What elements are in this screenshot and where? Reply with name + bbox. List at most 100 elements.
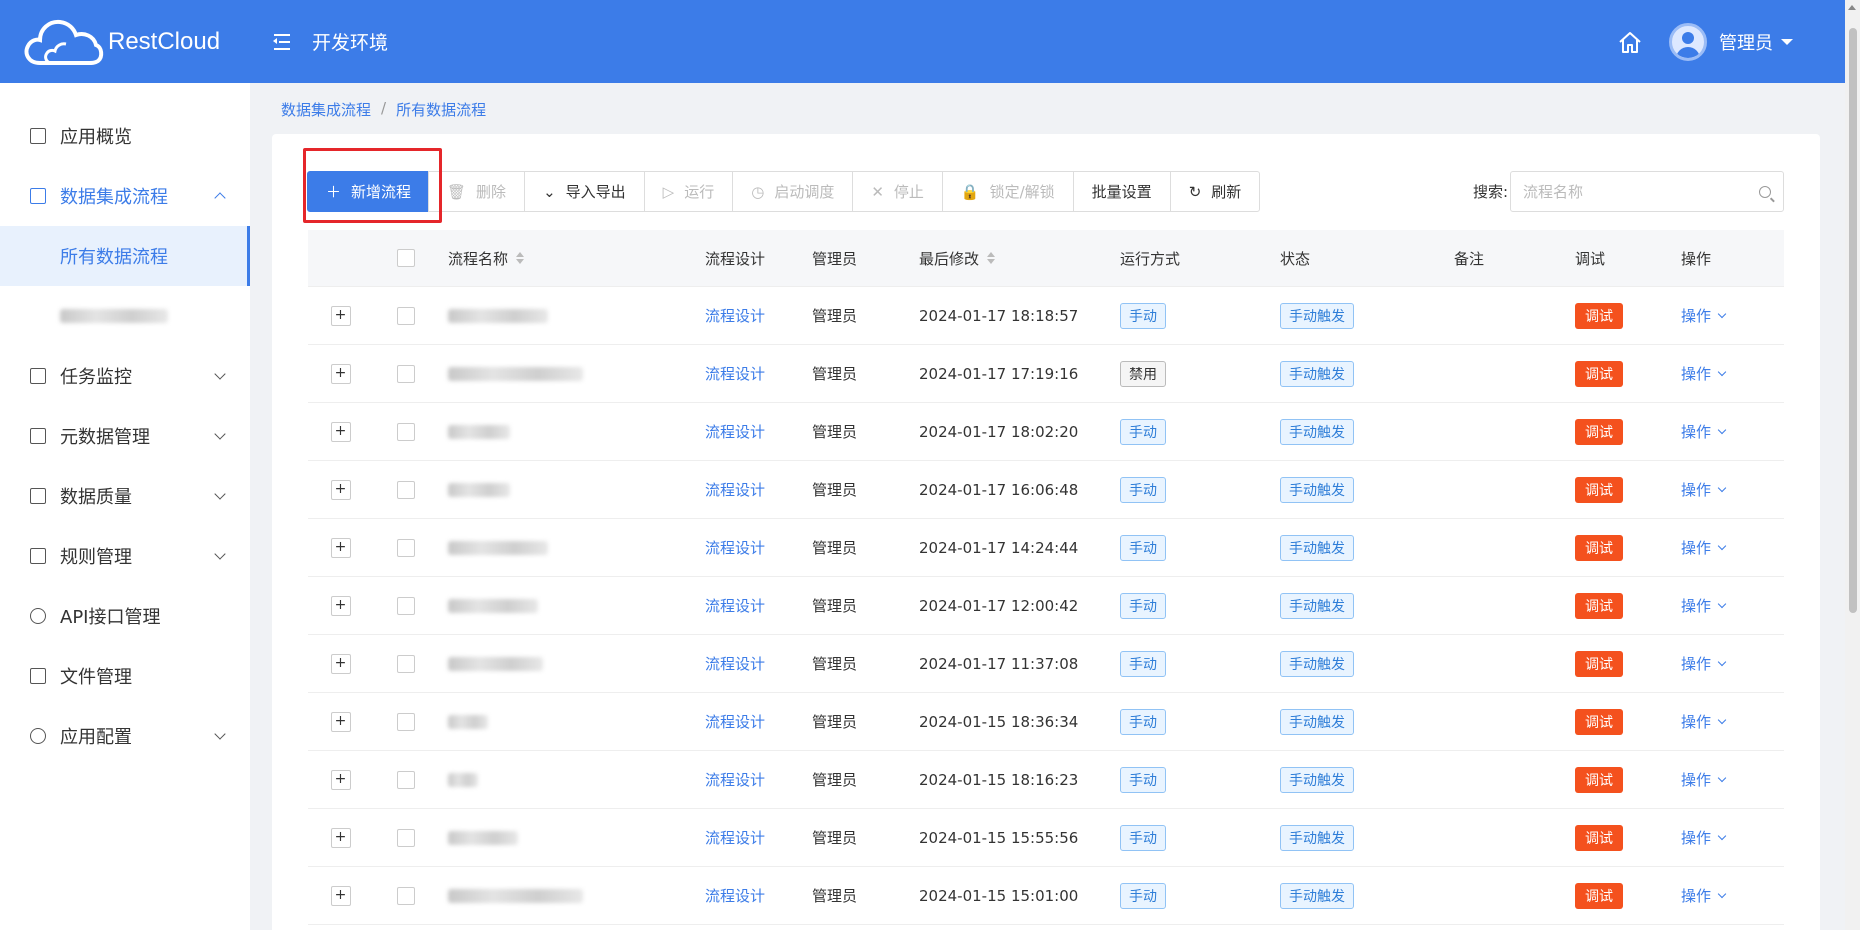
debug-button[interactable]: 调试 xyxy=(1575,476,1623,503)
debug-button[interactable]: 调试 xyxy=(1575,708,1623,735)
redacted-flow-name[interactable] xyxy=(448,888,583,903)
flow-design-link[interactable]: 流程设计 xyxy=(705,423,765,441)
row-checkbox[interactable] xyxy=(396,828,415,847)
table-row[interactable]: + 流程设计 管理员 2024-01-17 16:06:48 手动 手动触发 调… xyxy=(308,461,1784,519)
select-all-checkbox[interactable] xyxy=(396,249,415,267)
debug-button[interactable]: 调试 xyxy=(1575,650,1623,677)
row-checkbox[interactable] xyxy=(396,770,415,789)
row-checkbox[interactable] xyxy=(396,364,415,383)
expand-row-button[interactable]: + xyxy=(330,363,351,384)
sidebar-subitem-all-flows[interactable]: 所有数据流程 xyxy=(0,226,250,286)
flow-design-link[interactable]: 流程设计 xyxy=(705,829,765,847)
search-icon[interactable] xyxy=(1759,185,1771,198)
sort-icon[interactable] xyxy=(516,252,525,264)
breadcrumb-item[interactable]: 数据集成流程 xyxy=(281,99,371,120)
row-checkbox[interactable] xyxy=(396,596,415,615)
operation-dropdown[interactable]: 操作 xyxy=(1681,885,1727,906)
expand-row-button[interactable]: + xyxy=(330,885,351,906)
sidebar-item-overview[interactable]: 应用概览 xyxy=(0,106,250,166)
column-header-modified[interactable]: 最后修改 xyxy=(919,248,979,269)
expand-row-button[interactable]: + xyxy=(330,595,351,616)
flow-design-link[interactable]: 流程设计 xyxy=(705,771,765,789)
env-label[interactable]: 开发环境 xyxy=(312,28,388,55)
table-row[interactable]: + 流程设计 管理员 2024-01-15 18:36:34 手动 手动触发 调… xyxy=(308,693,1784,751)
sidebar-item-task-monitor[interactable]: 任务监控 xyxy=(0,346,250,406)
table-row[interactable]: + 流程设计 管理员 2024-01-15 15:01:00 手动 手动触发 调… xyxy=(308,867,1784,925)
restcloud-logo[interactable]: RestCloud xyxy=(0,13,250,71)
redacted-flow-name[interactable] xyxy=(448,772,478,787)
breadcrumb-item[interactable]: 所有数据流程 xyxy=(396,99,486,120)
row-checkbox[interactable] xyxy=(396,712,415,731)
expand-row-button[interactable]: + xyxy=(330,305,351,326)
table-row[interactable]: + 流程设计 管理员 2024-01-17 18:18:57 手动 手动触发 调… xyxy=(308,287,1784,345)
flow-design-link[interactable]: 流程设计 xyxy=(705,713,765,731)
table-row[interactable]: + 流程设计 管理员 2024-01-17 18:02:20 手动 手动触发 调… xyxy=(308,403,1784,461)
table-row[interactable]: + 流程设计 管理员 2024-01-17 12:00:42 手动 手动触发 调… xyxy=(308,577,1784,635)
expand-row-button[interactable]: + xyxy=(330,479,351,500)
search-box[interactable] xyxy=(1510,171,1784,212)
flow-design-link[interactable]: 流程设计 xyxy=(705,887,765,905)
expand-row-button[interactable]: + xyxy=(330,653,351,674)
redacted-flow-name[interactable] xyxy=(448,366,583,381)
redacted-flow-name[interactable] xyxy=(448,308,548,323)
expand-row-button[interactable]: + xyxy=(330,421,351,442)
user-name[interactable]: 管理员 xyxy=(1719,29,1773,55)
expand-row-button[interactable]: + xyxy=(330,711,351,732)
redacted-flow-name[interactable] xyxy=(448,482,510,497)
flow-design-link[interactable]: 流程设计 xyxy=(705,539,765,557)
debug-button[interactable]: 调试 xyxy=(1575,592,1623,619)
batch-settings-button[interactable]: 批量设置 xyxy=(1072,171,1171,212)
operation-dropdown[interactable]: 操作 xyxy=(1681,711,1727,732)
flow-design-link[interactable]: 流程设计 xyxy=(705,365,765,383)
operation-dropdown[interactable]: 操作 xyxy=(1681,595,1727,616)
operation-dropdown[interactable]: 操作 xyxy=(1681,653,1727,674)
debug-button[interactable]: 调试 xyxy=(1575,882,1623,909)
sidebar-item-api[interactable]: API接口管理 xyxy=(0,586,250,646)
debug-button[interactable]: 调试 xyxy=(1575,302,1623,329)
flow-design-link[interactable]: 流程设计 xyxy=(705,655,765,673)
flow-design-link[interactable]: 流程设计 xyxy=(705,307,765,325)
delete-button[interactable]: 🗑 删除 xyxy=(428,171,526,212)
expand-row-button[interactable]: + xyxy=(330,769,351,790)
redacted-flow-name[interactable] xyxy=(448,656,543,671)
operation-dropdown[interactable]: 操作 xyxy=(1681,769,1727,790)
import-export-button[interactable]: ⌄ 导入导出 xyxy=(524,171,645,212)
debug-button[interactable]: 调试 xyxy=(1575,766,1623,793)
sort-icon[interactable] xyxy=(987,252,996,264)
stop-button[interactable]: ✕ 停止 xyxy=(852,171,943,212)
operation-dropdown[interactable]: 操作 xyxy=(1681,537,1727,558)
operation-dropdown[interactable]: 操作 xyxy=(1681,827,1727,848)
home-icon[interactable] xyxy=(1617,29,1643,55)
avatar[interactable] xyxy=(1669,22,1707,61)
search-input[interactable] xyxy=(1523,182,1759,201)
debug-button[interactable]: 调试 xyxy=(1575,360,1623,387)
sidebar-item-quality[interactable]: 数据质量 xyxy=(0,466,250,526)
menu-fold-icon[interactable] xyxy=(270,31,292,53)
sidebar-item-data-integration[interactable]: 数据集成流程 xyxy=(0,166,250,226)
operation-dropdown[interactable]: 操作 xyxy=(1681,479,1727,500)
sidebar-item-app-config[interactable]: 应用配置 xyxy=(0,706,250,766)
operation-dropdown[interactable]: 操作 xyxy=(1681,363,1727,384)
row-checkbox[interactable] xyxy=(396,654,415,673)
schedule-button[interactable]: ◷ 启动调度 xyxy=(732,171,854,212)
run-button[interactable]: ▷ 运行 xyxy=(643,171,734,212)
table-row[interactable]: + 流程设计 管理员 2024-01-17 14:24:44 手动 手动触发 调… xyxy=(308,519,1784,577)
scrollbar-thumb[interactable] xyxy=(1849,28,1857,613)
column-header-name[interactable]: 流程名称 xyxy=(448,248,508,269)
table-row[interactable]: + 流程设计 管理员 2024-01-17 17:19:16 禁用 手动触发 调… xyxy=(308,345,1784,403)
sidebar-item-files[interactable]: 文件管理 xyxy=(0,646,250,706)
table-row[interactable]: + 流程设计 管理员 2024-01-15 15:55:56 手动 手动触发 调… xyxy=(308,809,1784,867)
redacted-flow-name[interactable] xyxy=(448,830,518,845)
row-checkbox[interactable] xyxy=(396,886,415,905)
redacted-flow-name[interactable] xyxy=(448,714,488,729)
debug-button[interactable]: 调试 xyxy=(1575,824,1623,851)
operation-dropdown[interactable]: 操作 xyxy=(1681,421,1727,442)
flow-design-link[interactable]: 流程设计 xyxy=(705,597,765,615)
operation-dropdown[interactable]: 操作 xyxy=(1681,305,1727,326)
redacted-flow-name[interactable] xyxy=(448,540,548,555)
chevron-down-icon[interactable] xyxy=(1781,38,1793,45)
refresh-button[interactable]: ↻ 刷新 xyxy=(1169,171,1261,212)
scroll-up-icon[interactable] xyxy=(1848,5,1856,10)
page-scrollbar[interactable] xyxy=(1845,0,1860,930)
row-checkbox[interactable] xyxy=(396,306,415,325)
